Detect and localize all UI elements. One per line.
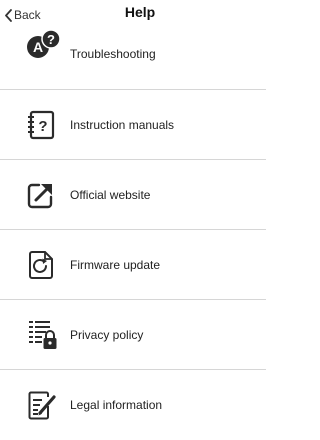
menu-item-privacy-policy[interactable]: Privacy policy	[0, 300, 266, 370]
menu-item-official-website[interactable]: Official website	[0, 160, 266, 230]
svg-text:?: ?	[38, 118, 47, 135]
svg-text:A: A	[33, 39, 43, 55]
legal-document-icon	[26, 387, 66, 423]
page-title: Help	[124, 4, 156, 20]
menu-item-instruction-manuals[interactable]: ? Instruction manuals	[0, 90, 266, 160]
menu-item-label: Legal information	[70, 398, 163, 412]
menu-item-troubleshooting[interactable]: A ? Troubleshooting	[0, 20, 266, 90]
menu-item-label: Privacy policy	[70, 328, 144, 342]
menu-item-label: Instruction manuals	[70, 118, 175, 132]
privacy-lock-icon	[26, 317, 66, 353]
menu-item-label: Official website	[70, 188, 151, 202]
menu-item-legal-information[interactable]: Legal information	[0, 370, 266, 440]
manual-icon: ?	[26, 107, 66, 143]
menu-item-firmware-update[interactable]: Firmware update	[0, 230, 266, 300]
menu-item-label: Troubleshooting	[70, 47, 156, 61]
external-link-icon	[26, 177, 66, 213]
troubleshooting-icon: A ?	[26, 26, 66, 62]
firmware-update-icon	[26, 247, 66, 283]
menu-item-label: Firmware update	[70, 258, 161, 272]
help-screen: Back Help A ? Troubleshooting ? Instruct…	[0, 0, 280, 436]
svg-text:?: ?	[47, 32, 55, 47]
help-menu-list: A ? Troubleshooting ? Instruction manual…	[0, 20, 266, 440]
